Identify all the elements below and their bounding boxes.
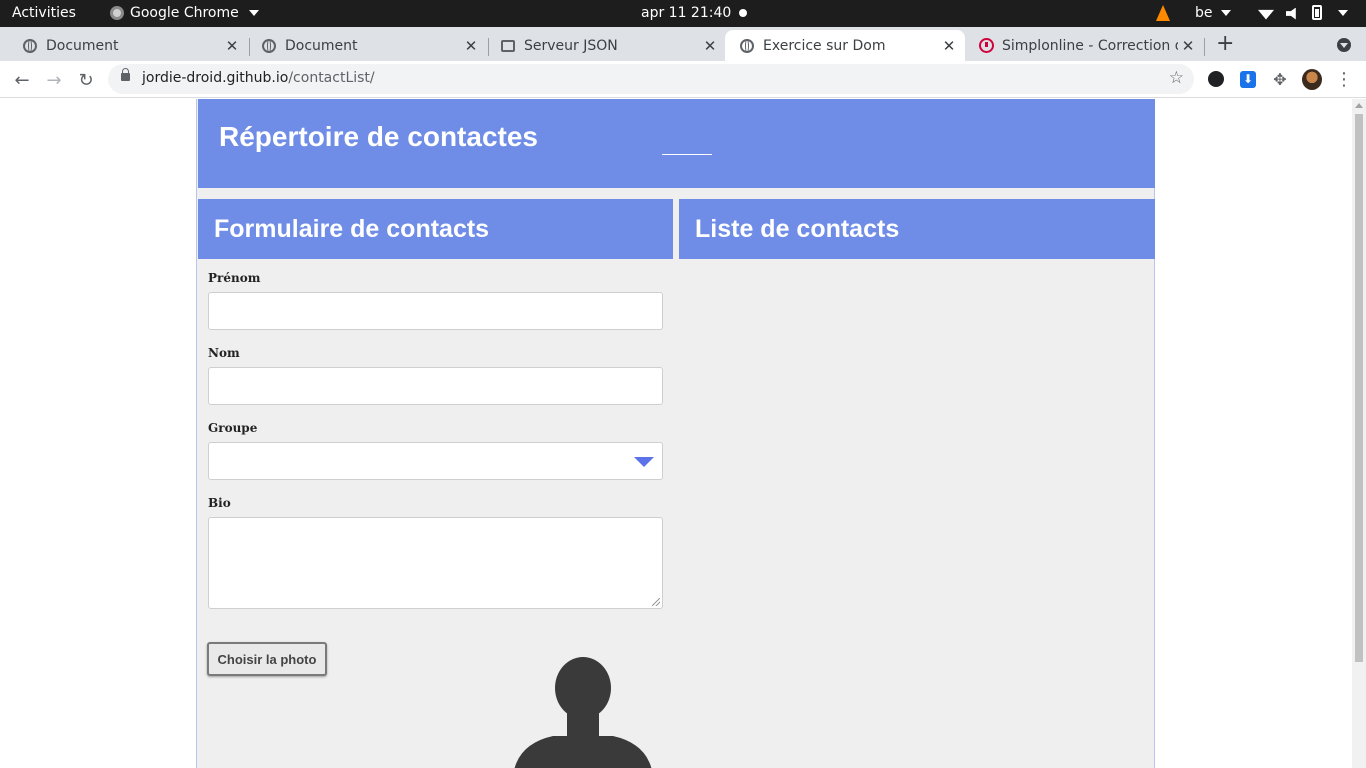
menu-kebab-icon[interactable]: ⋮ bbox=[1334, 69, 1354, 90]
page-title: Répertoire de contactes bbox=[219, 121, 538, 152]
globe-icon bbox=[739, 38, 755, 54]
contact-app: Répertoire de contactes Formulaire de co… bbox=[196, 99, 1155, 768]
tab-serveur-json[interactable]: Serveur JSON ✕ bbox=[486, 30, 726, 61]
globe-icon bbox=[261, 38, 277, 54]
chevron-down-icon bbox=[1338, 9, 1348, 16]
new-tab-icon[interactable]: + bbox=[1216, 31, 1234, 56]
forward-icon[interactable]: → bbox=[42, 68, 66, 92]
page-header: Répertoire de contactes bbox=[198, 99, 1155, 188]
close-icon[interactable]: ✕ bbox=[700, 37, 720, 55]
json-icon bbox=[500, 38, 516, 54]
page-viewport: Répertoire de contactes Formulaire de co… bbox=[0, 99, 1352, 768]
address-bar[interactable]: jordie-droid.github.io/contactList/ ☆ bbox=[108, 64, 1194, 94]
chrome-icon bbox=[110, 6, 124, 20]
url-host: jordie-droid.github.io bbox=[142, 70, 289, 86]
tab-separator bbox=[1204, 38, 1205, 56]
tab-title: Document bbox=[46, 37, 119, 54]
tab-document-2[interactable]: Document ✕ bbox=[247, 30, 487, 61]
tab-title: Exercice sur Dom bbox=[763, 37, 886, 54]
tab-title: Document bbox=[285, 37, 358, 54]
avatar-placeholder-icon bbox=[514, 657, 652, 768]
reload-icon[interactable]: ↻ bbox=[74, 68, 98, 92]
chevron-down-icon bbox=[1220, 10, 1231, 16]
system-tray[interactable] bbox=[1258, 5, 1348, 20]
tab-search-icon[interactable] bbox=[1337, 38, 1351, 52]
bio-label: Bio bbox=[208, 496, 231, 510]
tab-exercice-dom[interactable]: Exercice sur Dom ✕ bbox=[725, 30, 965, 61]
chevron-down-icon bbox=[248, 10, 259, 16]
lock-icon[interactable] bbox=[121, 68, 130, 81]
url-path: /contactList/ bbox=[288, 70, 375, 86]
form-title: Formulaire de contacts bbox=[214, 215, 490, 243]
choose-photo-button[interactable]: Choisir la photo bbox=[207, 642, 327, 676]
tab-simplonline[interactable]: Simplonline - Correction d ✕ bbox=[964, 30, 1204, 61]
simplon-icon bbox=[978, 38, 994, 54]
wifi-icon bbox=[1258, 9, 1274, 20]
bio-textarea[interactable] bbox=[208, 517, 663, 609]
close-icon[interactable]: ✕ bbox=[461, 37, 481, 55]
volume-icon bbox=[1286, 7, 1296, 20]
globe-icon bbox=[22, 38, 38, 54]
app-name: Google Chrome bbox=[130, 5, 239, 21]
close-icon[interactable]: ✕ bbox=[222, 37, 242, 55]
list-section-header: Liste de contacts bbox=[679, 199, 1155, 259]
keyboard-layout-label: be bbox=[1195, 5, 1213, 21]
extension-icon[interactable] bbox=[1206, 69, 1226, 89]
prenom-input[interactable] bbox=[208, 292, 663, 330]
dropdown-arrow-icon bbox=[634, 457, 654, 467]
bookmark-star-icon[interactable]: ☆ bbox=[1169, 68, 1184, 88]
scrollbar-thumb[interactable] bbox=[1355, 114, 1363, 662]
list-title: Liste de contacts bbox=[695, 215, 900, 243]
scroll-up-icon[interactable] bbox=[1355, 103, 1363, 108]
close-icon[interactable]: ✕ bbox=[1178, 37, 1198, 55]
tab-document-1[interactable]: Document ✕ bbox=[8, 30, 248, 61]
profile-avatar[interactable] bbox=[1302, 68, 1322, 90]
form-section-header: Formulaire de contacts bbox=[198, 199, 673, 259]
vlc-icon[interactable] bbox=[1156, 5, 1170, 21]
tab-title: Simplonline - Correction d bbox=[1002, 37, 1178, 54]
system-top-bar: Activities Google Chrome apr 11 21:40 be bbox=[0, 0, 1366, 27]
page-scrollbar[interactable] bbox=[1352, 99, 1366, 768]
nom-label: Nom bbox=[208, 346, 240, 360]
keyboard-layout-menu[interactable]: be bbox=[1195, 5, 1231, 21]
battery-icon bbox=[1312, 5, 1322, 20]
groupe-label: Groupe bbox=[208, 421, 258, 435]
clock[interactable]: apr 11 21:40 bbox=[641, 5, 731, 21]
tab-strip: Document ✕ Document ✕ Serveur JSON ✕ Exe… bbox=[0, 27, 1366, 61]
activities-button[interactable]: Activities bbox=[12, 5, 76, 21]
notification-dot-icon bbox=[739, 9, 747, 17]
tab-title: Serveur JSON bbox=[524, 37, 618, 54]
header-underline bbox=[662, 154, 712, 155]
extensions-puzzle-icon[interactable]: ✥ bbox=[1270, 69, 1290, 89]
app-menu[interactable]: Google Chrome bbox=[110, 5, 259, 21]
download-extension-icon[interactable]: ⬇ bbox=[1238, 69, 1258, 89]
back-icon[interactable]: ← bbox=[10, 68, 34, 92]
url-text[interactable]: jordie-droid.github.io/contactList/ bbox=[142, 70, 375, 86]
prenom-label: Prénom bbox=[208, 271, 261, 285]
browser-toolbar: ← → ↻ jordie-droid.github.io/contactList… bbox=[0, 61, 1366, 98]
groupe-select[interactable] bbox=[208, 442, 663, 480]
close-icon[interactable]: ✕ bbox=[939, 37, 959, 55]
nom-input[interactable] bbox=[208, 367, 663, 405]
resize-handle-icon[interactable] bbox=[652, 598, 660, 606]
